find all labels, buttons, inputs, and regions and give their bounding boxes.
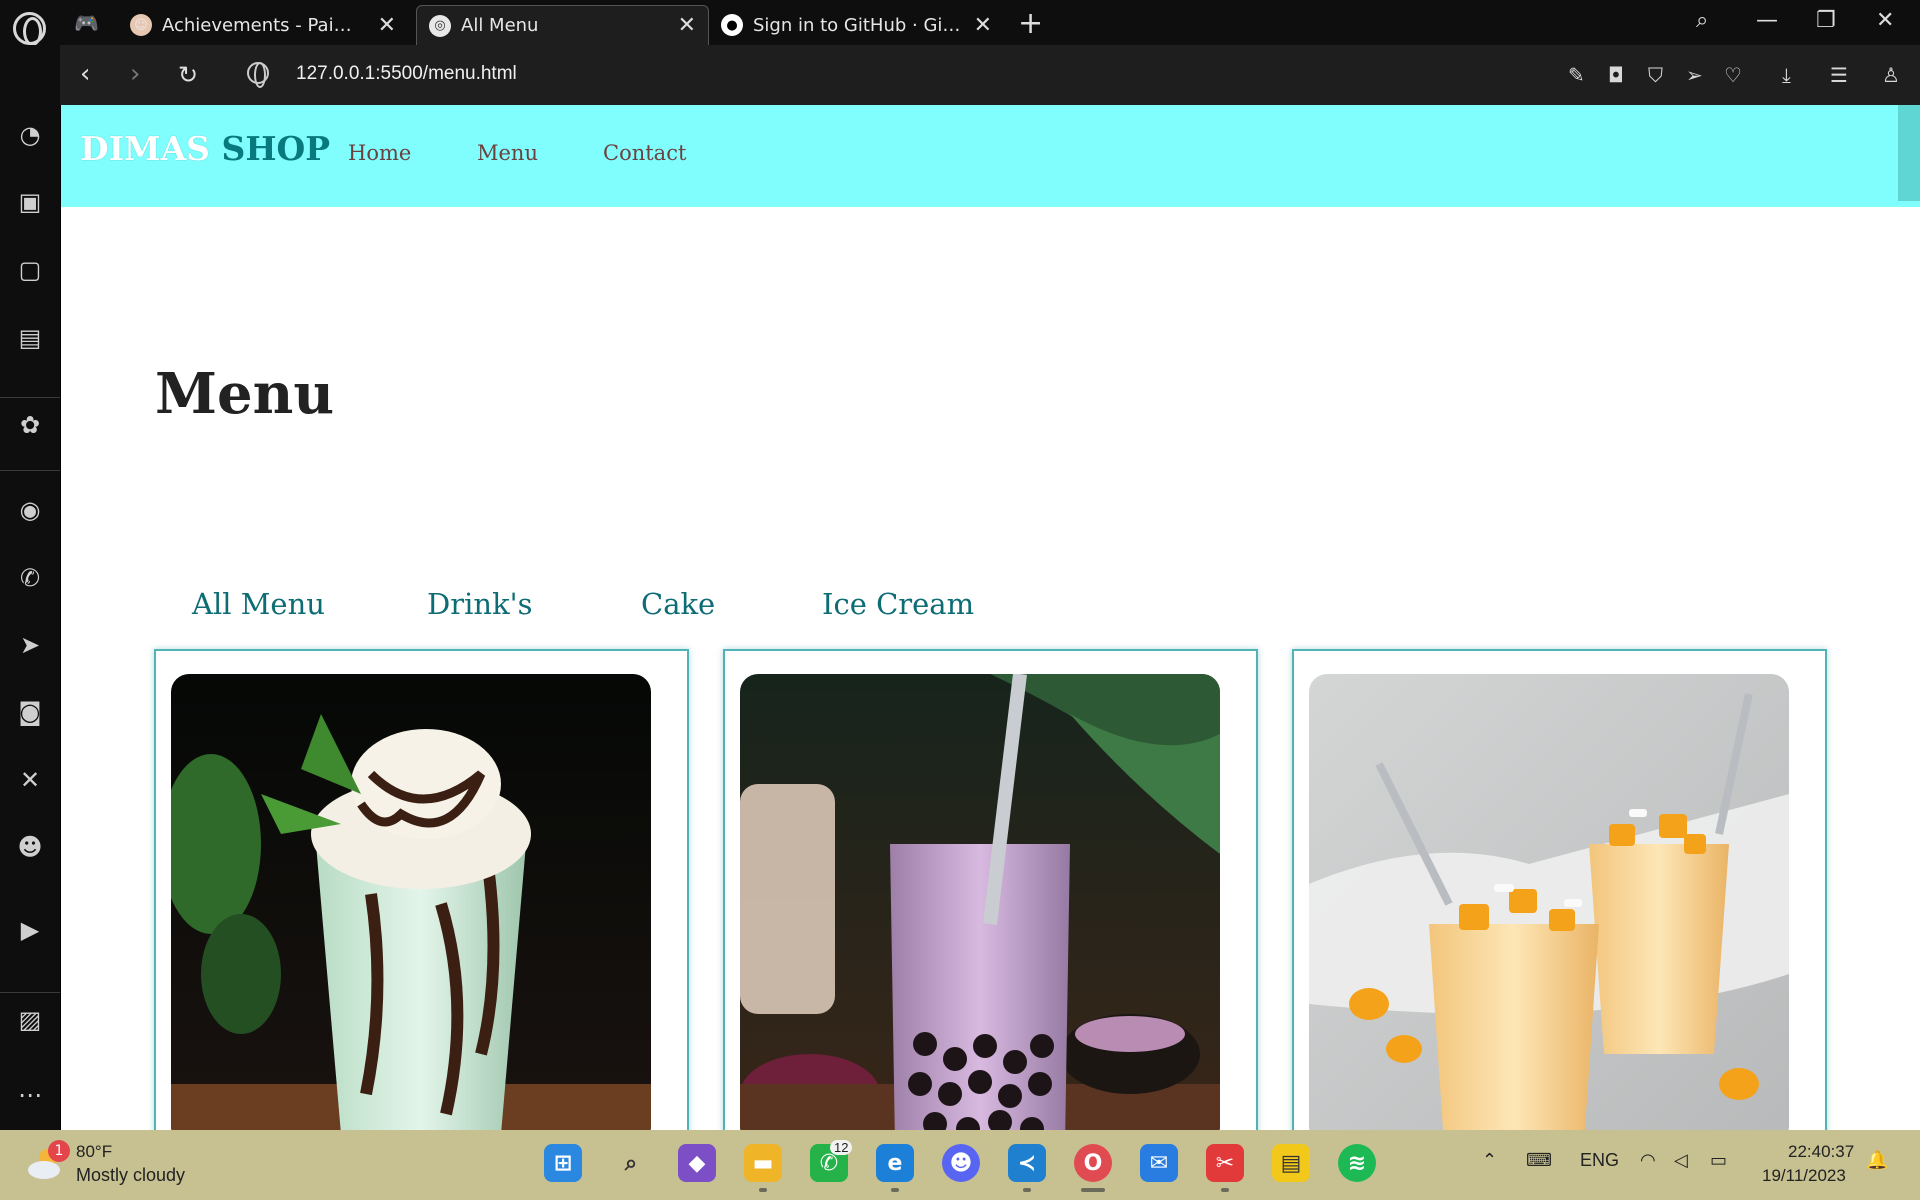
scrollbar-thumb[interactable] <box>1898 105 1920 201</box>
weather-temperature[interactable]: 80°F <box>76 1142 112 1162</box>
cpu-icon[interactable]: ▤ <box>15 323 45 353</box>
nav-menu[interactable]: Menu <box>477 141 538 165</box>
site-logo[interactable]: DIMAS SHOP <box>80 129 330 168</box>
category-all-menu[interactable]: All Menu <box>192 587 325 621</box>
page-title: Menu <box>155 361 335 427</box>
twitch-icon[interactable]: ▢ <box>15 255 45 285</box>
whatsapp-badge: 12 <box>830 1140 853 1155</box>
new-tab-button[interactable]: + <box>1018 6 1043 41</box>
tab-all-menu[interactable]: ◎ All Menu ✕ <box>416 5 709 45</box>
keyboard-icon[interactable]: ⌨ <box>1526 1150 1552 1171</box>
windows-start-icon[interactable]: ⊞ <box>544 1144 582 1182</box>
search-icon[interactable]: ⌕ <box>612 1144 650 1182</box>
edit-icon[interactable]: ✎ <box>1568 63 1585 87</box>
running-indicator <box>1221 1188 1229 1192</box>
profile-icon[interactable]: ♙ <box>1882 63 1900 87</box>
tab-github[interactable]: ● Sign in to GitHub · GitHub ✕ <box>709 5 1004 45</box>
restore-button[interactable]: ❐ <box>1816 8 1836 33</box>
discord-icon[interactable]: ☻ <box>942 1144 980 1182</box>
web-page: DIMAS SHOP Home Menu Contact Menu All Me… <box>61 105 1920 1130</box>
weather-description[interactable]: Mostly cloudy <box>76 1165 185 1186</box>
sidebar-separator <box>0 470 60 471</box>
browser-tab-bar: 🎮 ☺ Achievements - Paimon.moe ✕ ◎ All Me… <box>0 0 1920 46</box>
chatgpt-icon[interactable]: ✿ <box>15 410 45 440</box>
nav-contact[interactable]: Contact <box>603 141 686 165</box>
category-drinks[interactable]: Drink's <box>427 587 533 621</box>
instagram-icon[interactable]: ◙ <box>15 697 45 727</box>
chevron-up-icon[interactable]: ⌃ <box>1482 1150 1497 1171</box>
speed-dial-icon[interactable]: ◔ <box>15 120 45 150</box>
paimon-favicon-icon: ☺ <box>130 14 152 36</box>
player-icon[interactable]: ▶ <box>15 915 45 945</box>
language-indicator[interactable]: ENG <box>1580 1150 1619 1171</box>
edge-icon[interactable]: e <box>876 1144 914 1182</box>
category-cake[interactable]: Cake <box>641 587 715 621</box>
close-icon[interactable]: ✕ <box>974 13 992 38</box>
brand-part1: DIMAS <box>80 129 211 168</box>
running-indicator <box>891 1188 899 1192</box>
category-ice-cream[interactable]: Ice Cream <box>822 587 974 621</box>
vscode-icon[interactable]: ≺ <box>1008 1144 1046 1182</box>
back-icon[interactable]: ‹ <box>80 59 90 89</box>
volume-icon[interactable]: ◁ <box>1674 1150 1688 1171</box>
spotify-icon[interactable]: ≋ <box>1338 1144 1376 1182</box>
whatsapp-icon[interactable]: ✆ <box>15 563 45 593</box>
active-indicator <box>1081 1188 1105 1192</box>
telegram-icon[interactable]: ➤ <box>15 630 45 660</box>
running-indicator <box>1023 1188 1031 1192</box>
gallery-icon[interactable]: ▨ <box>15 1005 45 1035</box>
copilot-icon[interactable]: ◆ <box>678 1144 716 1182</box>
settings-sliders-icon[interactable]: ☰ <box>1830 63 1848 87</box>
clock-time[interactable]: 22:40:37 <box>1788 1142 1854 1162</box>
running-indicator <box>759 1188 767 1192</box>
sticky-notes-icon[interactable]: ▤ <box>1272 1144 1310 1182</box>
url-field[interactable]: 127.0.0.1:5500/menu.html <box>296 63 517 85</box>
product-card[interactable] <box>723 649 1258 1130</box>
github-icon: ● <box>721 14 743 36</box>
clock-date[interactable]: 19/11/2023 <box>1762 1166 1846 1186</box>
battery-icon[interactable]: ▭ <box>1710 1150 1727 1171</box>
mint-milkshake-image[interactable] <box>171 674 651 1130</box>
close-window-button[interactable]: ✕ <box>1876 8 1894 33</box>
product-card[interactable] <box>1292 649 1827 1130</box>
x-icon[interactable]: ✕ <box>15 765 45 795</box>
tab-achievements[interactable]: ☺ Achievements - Paimon.moe ✕ <box>118 5 408 45</box>
shield-icon[interactable]: ⛉ <box>1648 63 1663 87</box>
site-header: DIMAS SHOP Home Menu Contact <box>61 105 1920 207</box>
address-toolbar: ‹ › ↻ 127.0.0.1:5500/menu.html ✎ ◘ ⛉ ➢ ♡… <box>60 45 1920 105</box>
sidebar-separator <box>0 397 60 398</box>
weather-badge: 1 <box>48 1140 70 1162</box>
heart-icon[interactable]: ♡ <box>1724 63 1742 87</box>
snipping-tool-icon[interactable]: ✂ <box>1206 1144 1244 1182</box>
discord-icon[interactable]: ☻ <box>15 832 45 862</box>
bubble-tea-image[interactable] <box>740 674 1220 1130</box>
notification-bell-icon[interactable]: 🔔 <box>1866 1150 1888 1171</box>
messenger-icon[interactable]: ◉ <box>15 495 45 525</box>
browser-sidebar: ◔ ▣ ▢ ▤ ✿ ◉ ✆ ➤ ◙ ✕ ☻ ▶ ▨ ⋯ <box>0 45 60 1130</box>
gamepad-icon[interactable]: 🎮 <box>74 11 99 35</box>
nav-home[interactable]: Home <box>348 141 411 165</box>
wifi-icon[interactable]: ◠ <box>1640 1150 1656 1171</box>
close-icon[interactable]: ✕ <box>678 13 696 38</box>
close-icon[interactable]: ✕ <box>378 13 396 38</box>
search-tabs-icon[interactable]: ⌕ <box>1696 8 1708 33</box>
mango-smoothie-image[interactable] <box>1309 674 1789 1130</box>
brand-part2: SHOP <box>221 129 331 168</box>
forward-icon[interactable]: › <box>130 59 140 89</box>
opera-logo-icon[interactable] <box>13 12 46 46</box>
minimize-button[interactable]: — <box>1756 8 1778 33</box>
camera-icon[interactable]: ◘ <box>1608 63 1624 87</box>
sidebar-separator <box>0 992 60 993</box>
send-icon[interactable]: ➢ <box>1686 63 1703 87</box>
mail-icon[interactable]: ✉ <box>1140 1144 1178 1182</box>
download-icon[interactable]: ⤓ <box>1782 63 1791 87</box>
product-card[interactable] <box>154 649 689 1130</box>
more-icon[interactable]: ⋯ <box>15 1080 45 1110</box>
opera-gx-icon[interactable]: O <box>1074 1144 1112 1182</box>
globe-icon: ◎ <box>429 14 451 37</box>
file-explorer-icon[interactable]: ▬ <box>744 1144 782 1182</box>
reload-icon[interactable]: ↻ <box>178 61 198 89</box>
shop-icon[interactable]: ▣ <box>15 187 45 217</box>
site-info-icon[interactable] <box>247 62 269 88</box>
